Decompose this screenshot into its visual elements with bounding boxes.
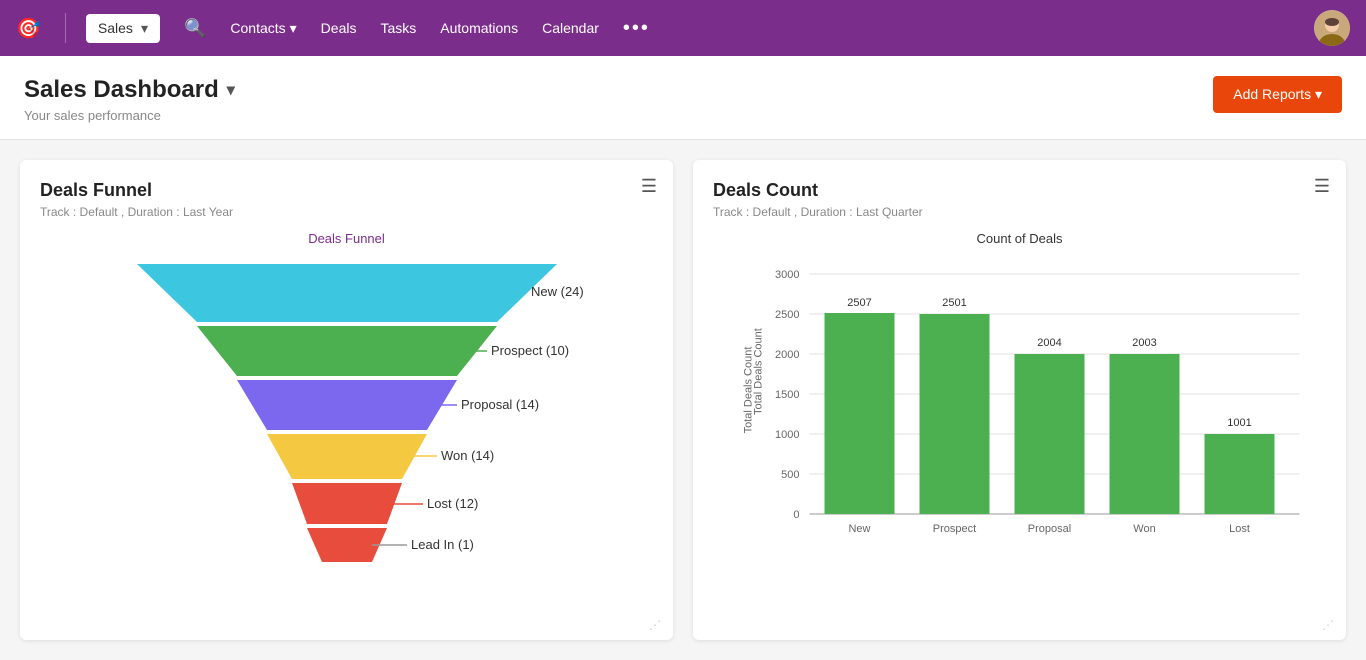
svg-text:Lost (12): Lost (12) — [427, 496, 478, 511]
title-chevron-icon[interactable]: ▾ — [227, 80, 235, 100]
svg-text:Prospect (10): Prospect (10) — [491, 343, 569, 358]
navbar: 🎯 Sales ▾ 🔍 Contacts ▾ Deals Tasks Autom… — [0, 0, 1366, 56]
svg-text:2507: 2507 — [847, 297, 871, 309]
deals-funnel-card: Deals Funnel Track : Default , Duration … — [20, 160, 673, 640]
bar-lost — [1205, 434, 1275, 514]
page-title-area: Sales Dashboard ▾ Your sales performance — [24, 76, 235, 123]
workspace-chevron-icon: ▾ — [141, 20, 148, 37]
svg-text:2500: 2500 — [775, 309, 799, 321]
svg-text:Lost: Lost — [1229, 523, 1250, 535]
calendar-nav-link[interactable]: Calendar — [542, 20, 599, 36]
add-reports-button[interactable]: Add Reports ▾ — [1213, 76, 1342, 113]
svg-text:1001: 1001 — [1227, 417, 1251, 429]
contacts-nav-link[interactable]: Contacts ▾ — [230, 20, 296, 37]
funnel-menu-icon[interactable]: ☰ — [641, 176, 657, 197]
svg-text:Prospect: Prospect — [933, 523, 976, 535]
bar-chart-title: Count of Deals — [713, 231, 1326, 246]
avatar[interactable] — [1314, 10, 1350, 46]
deals-count-title: Deals Count — [713, 180, 1326, 201]
svg-text:Won: Won — [1133, 523, 1155, 535]
funnel-card-subtitle: Track : Default , Duration : Last Year — [40, 205, 653, 219]
svg-text:Proposal: Proposal — [1028, 523, 1071, 535]
workspace-dropdown[interactable]: Sales ▾ — [86, 14, 160, 43]
bar-chart-svg: 3000 2500 2000 1500 1000 500 0 2507 — [733, 254, 1346, 554]
nav-links: Contacts ▾ Deals Tasks Automations Calen… — [230, 17, 1298, 40]
svg-text:3000: 3000 — [775, 269, 799, 281]
resize-handle-icon-2: ⋰ — [1322, 618, 1334, 632]
deals-count-card: Deals Count Track : Default , Duration :… — [693, 160, 1346, 640]
search-icon[interactable]: 🔍 — [184, 18, 206, 39]
automations-nav-link[interactable]: Automations — [440, 20, 518, 36]
app-logo-icon: 🎯 — [16, 16, 41, 41]
dashboard-body: Deals Funnel Track : Default , Duration … — [0, 140, 1366, 660]
page-subtitle: Your sales performance — [24, 108, 235, 123]
funnel-card-title: Deals Funnel — [40, 180, 653, 201]
bar-new — [825, 313, 895, 514]
svg-text:Lead In (1): Lead In (1) — [411, 537, 474, 552]
svg-text:0: 0 — [793, 509, 799, 521]
svg-text:500: 500 — [781, 469, 799, 481]
contacts-chevron-icon: ▾ — [290, 20, 297, 37]
tasks-nav-link[interactable]: Tasks — [380, 20, 416, 36]
svg-text:2000: 2000 — [775, 349, 799, 361]
bar-proposal — [1015, 354, 1085, 514]
deals-count-subtitle: Track : Default , Duration : Last Quarte… — [713, 205, 1326, 219]
deals-count-menu-icon[interactable]: ☰ — [1314, 176, 1330, 197]
more-nav-icon[interactable]: ••• — [623, 17, 650, 40]
y-axis-text: Total Deals Count — [742, 347, 754, 434]
page-header: Sales Dashboard ▾ Your sales performance… — [0, 56, 1366, 140]
bar-prospect — [920, 314, 990, 514]
svg-text:2003: 2003 — [1132, 337, 1156, 349]
deals-nav-link[interactable]: Deals — [321, 20, 357, 36]
svg-text:Won (14): Won (14) — [441, 448, 494, 463]
svg-text:New: New — [848, 523, 870, 535]
resize-handle-icon: ⋰ — [649, 618, 661, 632]
svg-text:2501: 2501 — [942, 297, 966, 309]
workspace-label: Sales — [98, 20, 133, 36]
svg-text:1000: 1000 — [775, 429, 799, 441]
funnel-svg: New (24) Prospect (10) Proposal (14) Won… — [107, 254, 587, 574]
page-title: Sales Dashboard ▾ — [24, 76, 235, 104]
svg-text:2004: 2004 — [1037, 337, 1061, 349]
nav-divider — [65, 13, 66, 43]
svg-text:1500: 1500 — [775, 389, 799, 401]
svg-text:New (24): New (24) — [531, 284, 584, 299]
bar-won — [1110, 354, 1180, 514]
funnel-chart-title: Deals Funnel — [40, 231, 653, 246]
svg-text:Proposal (14): Proposal (14) — [461, 397, 539, 412]
